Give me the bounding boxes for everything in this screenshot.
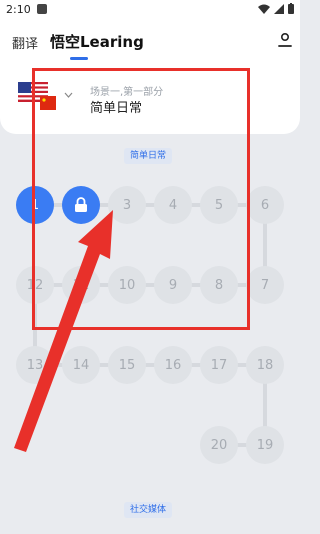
annotation-arrow-icon (14, 210, 113, 452)
